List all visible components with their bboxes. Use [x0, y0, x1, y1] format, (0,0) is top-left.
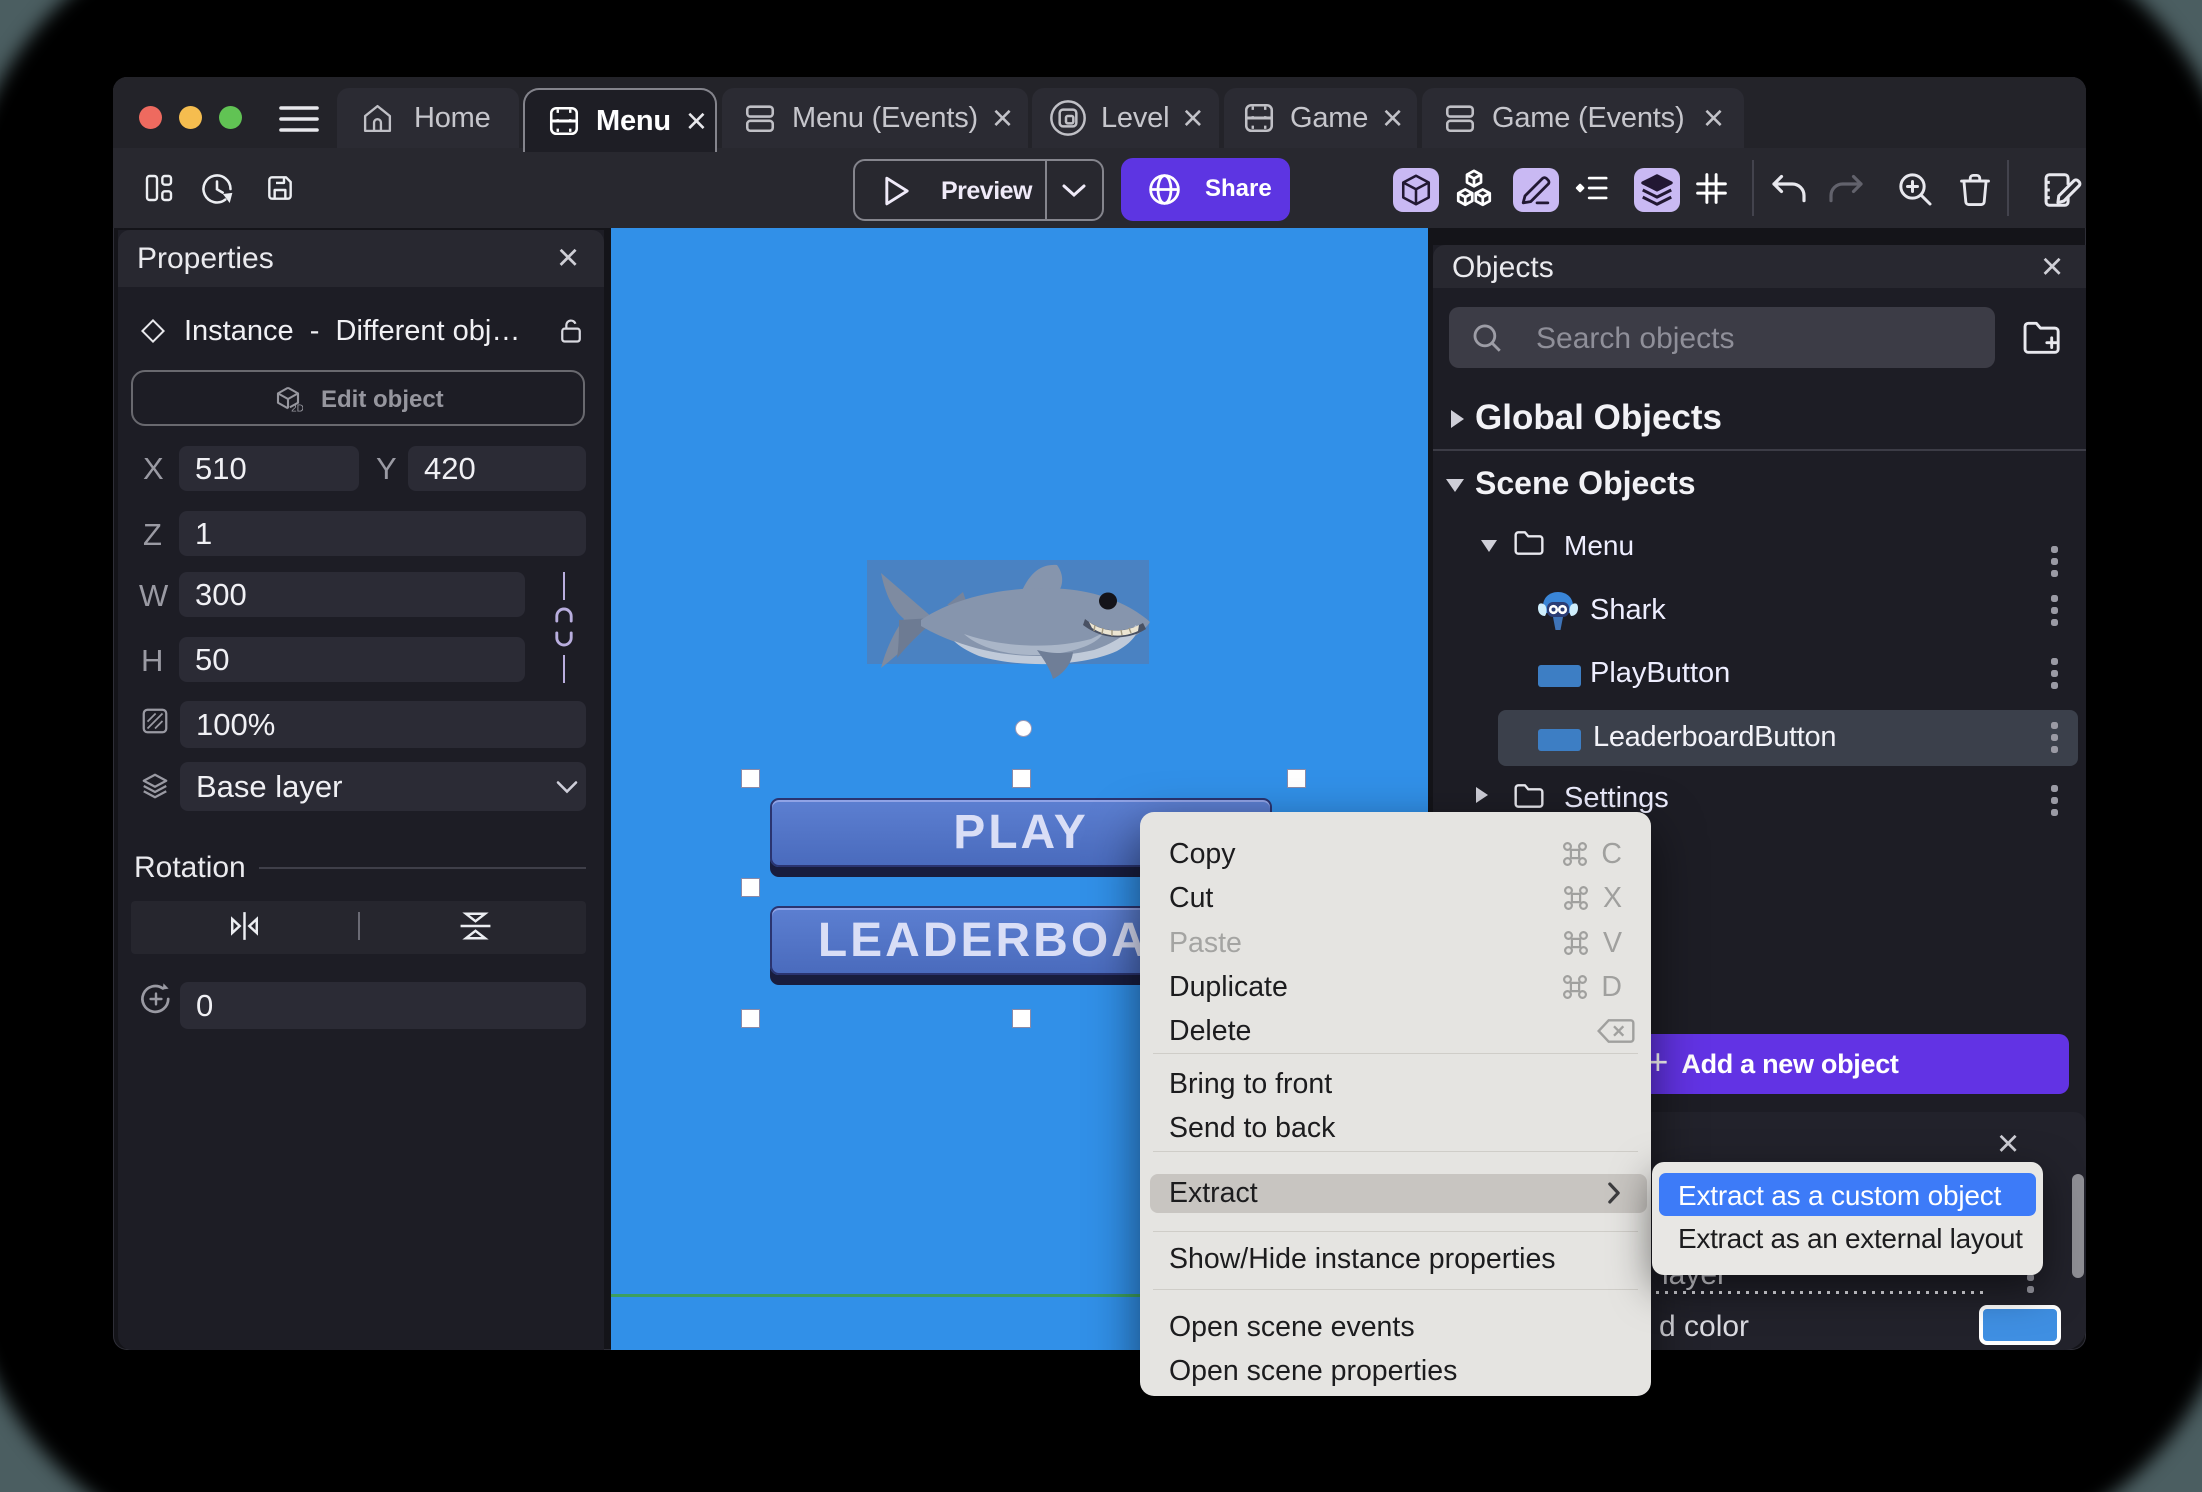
svg-text:2D: 2D [291, 404, 303, 415]
